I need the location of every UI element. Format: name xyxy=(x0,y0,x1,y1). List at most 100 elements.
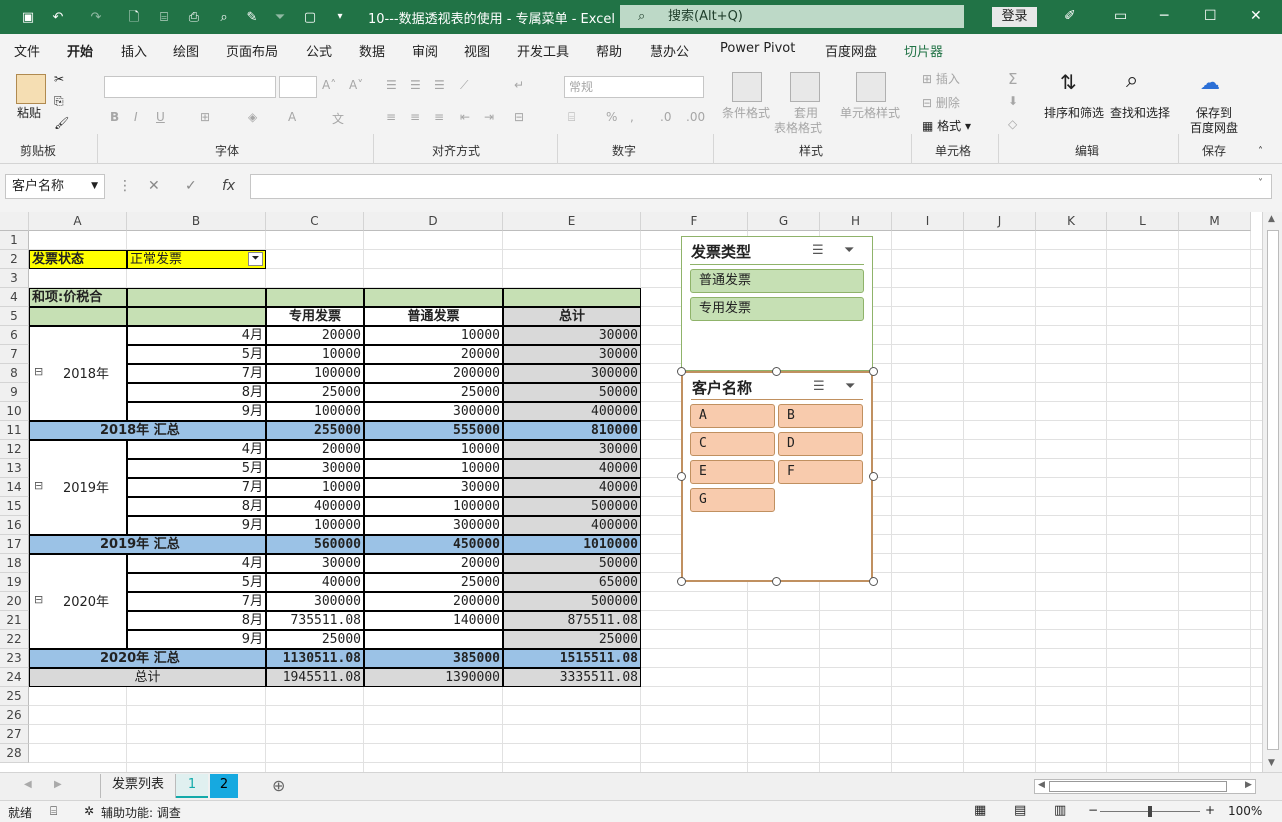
screenshot-icon[interactable]: ▢ xyxy=(302,9,318,25)
undo-icon[interactable]: ↶ xyxy=(50,9,66,25)
filter-icon[interactable]: ⏷ xyxy=(272,9,288,25)
tab-page-layout[interactable]: 页面布局 xyxy=(226,41,278,60)
pivot-month-label[interactable]: 7月 xyxy=(127,592,266,611)
page-break-view-icon[interactable]: ▥ xyxy=(1054,803,1066,818)
pen-icon[interactable]: ✐ xyxy=(1064,8,1076,24)
column-header[interactable]: I xyxy=(892,212,964,231)
tab-developer[interactable]: 开发工具 xyxy=(517,41,569,60)
row-header[interactable]: 19 xyxy=(0,573,29,592)
format-painter-icon[interactable]: 🖌 xyxy=(54,116,69,130)
pivot-header-cell[interactable] xyxy=(364,288,503,307)
percent-icon[interactable]: % xyxy=(606,110,617,124)
pivot-subtotal-cell[interactable]: 810000 xyxy=(503,421,641,440)
pivot-header-cell[interactable] xyxy=(266,288,364,307)
pivot-value-cell[interactable]: 100000 xyxy=(364,497,503,516)
pivot-total-cell[interactable]: 65000 xyxy=(503,573,641,592)
cut-icon[interactable]: ✂ xyxy=(54,72,64,86)
orientation-icon[interactable]: ⟋ xyxy=(460,78,468,93)
next-sheet-icon[interactable]: ▶ xyxy=(54,779,62,790)
pivot-grand-total-cell[interactable]: 1390000 xyxy=(364,668,503,687)
align-bottom-icon[interactable]: ☰ xyxy=(434,78,445,92)
scroll-thumb[interactable] xyxy=(1267,230,1279,750)
column-header[interactable]: J xyxy=(964,212,1036,231)
formula-input[interactable] xyxy=(250,174,1272,199)
pivot-subtotal-cell[interactable]: 560000 xyxy=(266,535,364,554)
row-header[interactable]: 24 xyxy=(0,668,29,687)
currency-icon[interactable]: ⌸ xyxy=(568,110,575,125)
pivot-total-cell[interactable]: 30000 xyxy=(503,345,641,364)
pivot-month-label[interactable]: 4月 xyxy=(127,554,266,573)
pivot-subtotal-cell[interactable]: 1130511.08 xyxy=(266,649,364,668)
tab-home[interactable]: 开始 xyxy=(67,41,93,60)
h-scroll-thumb[interactable] xyxy=(1049,781,1227,792)
row-header[interactable]: 1 xyxy=(0,231,29,250)
column-header[interactable]: B xyxy=(127,212,266,231)
column-header[interactable]: A xyxy=(29,212,127,231)
multi-select-icon[interactable]: ☰ xyxy=(812,243,824,258)
ribbon-display-icon[interactable]: ▭ xyxy=(1114,8,1127,24)
increase-decimal-icon[interactable]: .0 xyxy=(660,110,671,124)
tab-file[interactable]: 文件 xyxy=(14,41,40,60)
pivot-total-cell[interactable]: 400000 xyxy=(503,402,641,421)
pivot-month-label[interactable]: 5月 xyxy=(127,573,266,592)
slicer-item[interactable]: G xyxy=(690,488,775,512)
row-header[interactable]: 3 xyxy=(0,269,29,288)
sheet-tab[interactable]: 1 xyxy=(176,774,208,798)
row-header[interactable]: 25 xyxy=(0,687,29,706)
row-header[interactable]: 5 xyxy=(0,307,29,326)
name-box-dropdown-icon[interactable]: ▼ xyxy=(91,175,98,198)
row-header[interactable]: 11 xyxy=(0,421,29,440)
pivot-total-cell[interactable]: 875511.08 xyxy=(503,611,641,630)
slicer-item[interactable]: A xyxy=(690,404,775,428)
insert-function-icon[interactable]: fx xyxy=(222,178,235,194)
redo-icon[interactable]: ↷ xyxy=(88,9,104,25)
pivot-year-label[interactable]: 2020年 xyxy=(29,554,127,649)
pivot-header-cell[interactable] xyxy=(127,307,266,326)
insert-cells[interactable]: ⊞ 插入 xyxy=(922,70,960,87)
slicer-invoice-type[interactable]: 发票类型 ☰ ⏷ 普通发票 专用发票 xyxy=(681,236,873,371)
filter-dropdown-icon[interactable]: ⏷ xyxy=(248,252,263,266)
zoom-out-icon[interactable]: − xyxy=(1088,803,1098,817)
row-header[interactable]: 9 xyxy=(0,383,29,402)
pivot-value-cell[interactable]: 25000 xyxy=(266,630,364,649)
row-header[interactable]: 15 xyxy=(0,497,29,516)
pivot-month-label[interactable]: 7月 xyxy=(127,364,266,383)
maximize-icon[interactable]: ☐ xyxy=(1204,8,1217,24)
pivot-value-cell[interactable] xyxy=(364,630,503,649)
column-header[interactable]: L xyxy=(1107,212,1179,231)
comma-icon[interactable]: , xyxy=(630,110,634,124)
collapse-icon[interactable]: ⊟ xyxy=(34,593,43,606)
form-icon[interactable]: ✎ xyxy=(244,9,260,25)
row-header[interactable]: 8 xyxy=(0,364,29,383)
pivot-subtotal-cell[interactable]: 385000 xyxy=(364,649,503,668)
row-header[interactable]: 27 xyxy=(0,725,29,744)
pivot-value-cell[interactable]: 20000 xyxy=(266,440,364,459)
pivot-value-cell[interactable]: 20000 xyxy=(266,326,364,345)
pivot-value-cell[interactable]: 200000 xyxy=(364,364,503,383)
print-icon[interactable]: ⎙ xyxy=(186,9,202,25)
collapse-icon[interactable]: ⊟ xyxy=(34,479,43,492)
pivot-value-cell[interactable]: 735511.08 xyxy=(266,611,364,630)
cell-style-label[interactable]: 单元格样式 xyxy=(840,104,900,121)
pivot-total-cell[interactable]: 300000 xyxy=(503,364,641,383)
pivot-grand-total-cell[interactable]: 1945511.08 xyxy=(266,668,364,687)
pivot-value-cell[interactable]: 25000 xyxy=(364,573,503,592)
row-header[interactable]: 7 xyxy=(0,345,29,364)
slicer-item[interactable]: 普通发票 xyxy=(690,269,864,293)
zoom-in-icon[interactable]: + xyxy=(1205,803,1215,817)
pivot-header-cell[interactable] xyxy=(29,307,127,326)
pivot-column-header[interactable]: 普通发票 xyxy=(364,307,503,326)
paste-icon[interactable] xyxy=(16,74,46,104)
pivot-month-label[interactable]: 8月 xyxy=(127,611,266,630)
paste-label[interactable]: 粘贴 xyxy=(17,104,41,121)
pivot-month-label[interactable]: 5月 xyxy=(127,459,266,478)
pivot-value-cell[interactable]: 100000 xyxy=(266,364,364,383)
minimize-icon[interactable]: ─ xyxy=(1160,8,1168,24)
increase-font-icon[interactable]: A˄ xyxy=(322,78,336,92)
row-header[interactable]: 6 xyxy=(0,326,29,345)
pivot-month-label[interactable]: 8月 xyxy=(127,383,266,402)
pivot-grand-total-label[interactable]: 总计 xyxy=(29,668,266,687)
open-icon[interactable]: ⌸ xyxy=(156,9,172,25)
pivot-value-cell[interactable]: 400000 xyxy=(266,497,364,516)
expand-formula-icon[interactable]: ˅ xyxy=(1258,178,1263,189)
